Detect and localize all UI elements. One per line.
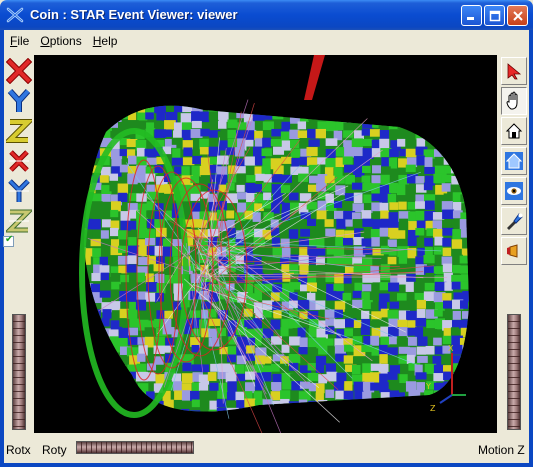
home-button[interactable] <box>501 117 527 145</box>
maximize-button[interactable] <box>484 5 505 26</box>
3d-viewer-canvas[interactable]: X Y Z <box>34 55 497 433</box>
window-title: Coin : STAR Event Viewer: viewer <box>30 7 238 22</box>
view-y-reverse-button[interactable] <box>6 178 32 204</box>
z-axis-reverse-view-icon <box>3 209 35 233</box>
view-all-button[interactable] <box>501 177 527 205</box>
select-arrow-icon <box>507 63 522 80</box>
view-all-eye-icon <box>505 182 523 200</box>
checkmark-icon: ✔ <box>5 234 14 245</box>
y-axis-reverse-view-icon <box>8 179 30 202</box>
seek-button[interactable] <box>501 207 527 235</box>
view-z-reverse-button[interactable] <box>3 208 35 234</box>
home-icon <box>505 123 523 139</box>
set-home-button[interactable] <box>501 147 527 175</box>
toolbar-checkbox[interactable]: ✔ <box>3 234 14 247</box>
set-home-icon <box>505 152 523 170</box>
roty-thumbwheel[interactable] <box>76 441 194 454</box>
view-mode-button[interactable] <box>501 87 527 115</box>
close-icon <box>512 10 523 21</box>
minimize-icon <box>467 17 474 20</box>
svg-text:Y: Y <box>425 382 431 391</box>
rotx-thumbwheel[interactable] <box>12 314 26 430</box>
view-z-button[interactable] <box>2 118 36 144</box>
window-frame-right <box>529 30 533 467</box>
window-frame-left <box>0 30 4 467</box>
view-hand-icon <box>506 91 518 110</box>
dolly-thumbwheel[interactable] <box>507 314 521 430</box>
roty-label: Roty <box>42 443 67 457</box>
window-frame-bottom <box>0 463 533 467</box>
menu-file[interactable]: File <box>4 31 34 51</box>
view-y-button[interactable] <box>6 88 32 114</box>
motion-z-label: Motion Z <box>478 443 525 457</box>
select-mode-button[interactable] <box>501 57 527 85</box>
y-axis-view-icon <box>7 88 31 112</box>
z-axis-view-icon <box>2 119 36 143</box>
perspective-toggle-button[interactable] <box>501 237 527 265</box>
coin-app-icon <box>6 7 24 23</box>
title-bar[interactable]: Coin : STAR Event Viewer: viewer <box>0 0 533 30</box>
svg-text:X: X <box>448 344 454 353</box>
view-x-button[interactable] <box>5 57 33 85</box>
x-axis-view-icon <box>5 57 33 85</box>
x-axis-reverse-view-icon <box>9 150 29 172</box>
seek-flashlight-icon <box>507 213 523 230</box>
perspective-toggle-icon <box>507 244 518 258</box>
star-detector-event-render: X Y Z <box>79 55 469 433</box>
close-button[interactable] <box>507 5 528 26</box>
menu-help[interactable]: Help <box>87 31 123 51</box>
minimize-button[interactable] <box>461 5 482 26</box>
maximize-icon <box>489 10 500 21</box>
rotx-label: Rotx <box>6 443 31 457</box>
menu-bar: File Options Help <box>4 30 529 52</box>
view-x-reverse-button[interactable] <box>6 148 32 174</box>
menu-options[interactable]: Options <box>34 31 86 51</box>
svg-text:Z: Z <box>430 404 436 413</box>
